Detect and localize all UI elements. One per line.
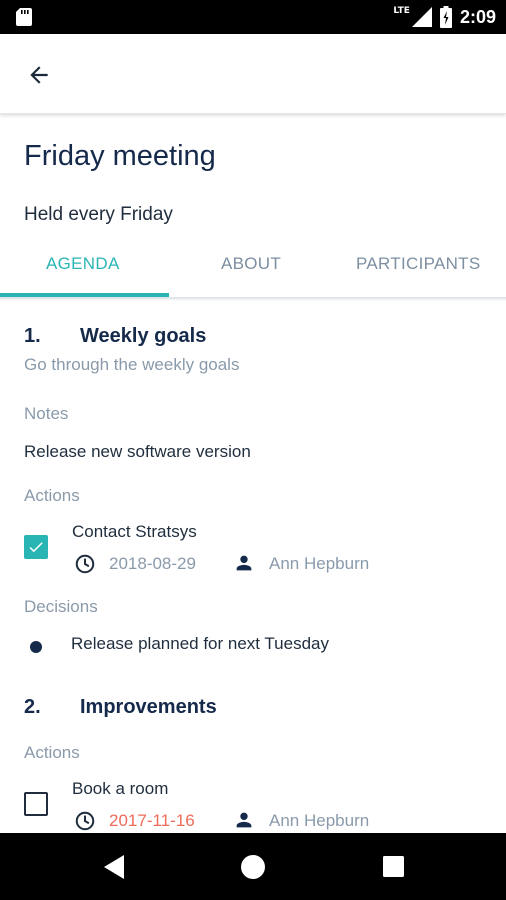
- square-recents-icon[interactable]: [382, 855, 405, 878]
- notes-text: Release new software version: [24, 442, 251, 461]
- signal-icon: [411, 7, 432, 27]
- sd-card-icon: [16, 8, 32, 26]
- agenda-item-number: 2.: [24, 696, 41, 718]
- actions-label: Actions: [24, 486, 80, 505]
- battery-icon: [439, 6, 452, 28]
- person-icon: [236, 555, 252, 571]
- triangle-back-icon[interactable]: [100, 853, 126, 881]
- check-icon: [29, 542, 43, 553]
- action-title[interactable]: Book a room: [72, 779, 168, 799]
- clock-icon: [75, 554, 95, 574]
- status-bar: LTE 2:09: [0, 0, 506, 34]
- action-checkbox-unchecked[interactable]: [24, 792, 48, 816]
- app-bar: [0, 34, 506, 114]
- page-title: Friday meeting: [24, 140, 216, 172]
- agenda-item-title: Weekly goals: [80, 325, 207, 347]
- action-assignee: Ann Hepburn: [269, 554, 370, 573]
- page-subtitle: Held every Friday: [24, 204, 173, 225]
- tab-about[interactable]: ABOUT: [221, 254, 281, 274]
- agenda-item-description: Go through the weekly goals: [24, 355, 240, 374]
- decision-text: Release planned for next Tuesday: [71, 634, 330, 653]
- actions-label: Actions: [24, 743, 80, 762]
- notes-label: Notes: [24, 404, 69, 423]
- action-title[interactable]: Contact Stratsys: [72, 522, 197, 542]
- action-assignee: Ann Hepburn: [269, 811, 370, 830]
- arrow-left-icon: [30, 66, 48, 84]
- back-button[interactable]: [18, 54, 60, 96]
- agenda-item-number: 1.: [24, 325, 41, 347]
- person-icon: [236, 812, 252, 828]
- clock-icon: [75, 811, 95, 831]
- tab-bar: AGENDA ABOUT PARTICIPANTS: [0, 240, 506, 298]
- tab-agenda[interactable]: AGENDA: [46, 254, 120, 274]
- tab-participants[interactable]: PARTICIPANTS: [356, 254, 481, 274]
- action-date: 2018-08-29: [109, 554, 196, 573]
- decision-bullet: [30, 641, 42, 653]
- decisions-label: Decisions: [24, 597, 98, 616]
- action-checkbox-checked[interactable]: [24, 535, 48, 559]
- network-type: LTE: [393, 6, 410, 16]
- agenda-list[interactable]: 1. Weekly goals Go through the weekly go…: [0, 301, 506, 833]
- agenda-item-title: Improvements: [80, 696, 217, 718]
- system-nav-bar: [0, 833, 506, 900]
- clock-time: 2:09: [459, 6, 496, 27]
- action-date-overdue: 2017-11-16: [109, 811, 195, 830]
- circle-home-icon[interactable]: [240, 854, 266, 880]
